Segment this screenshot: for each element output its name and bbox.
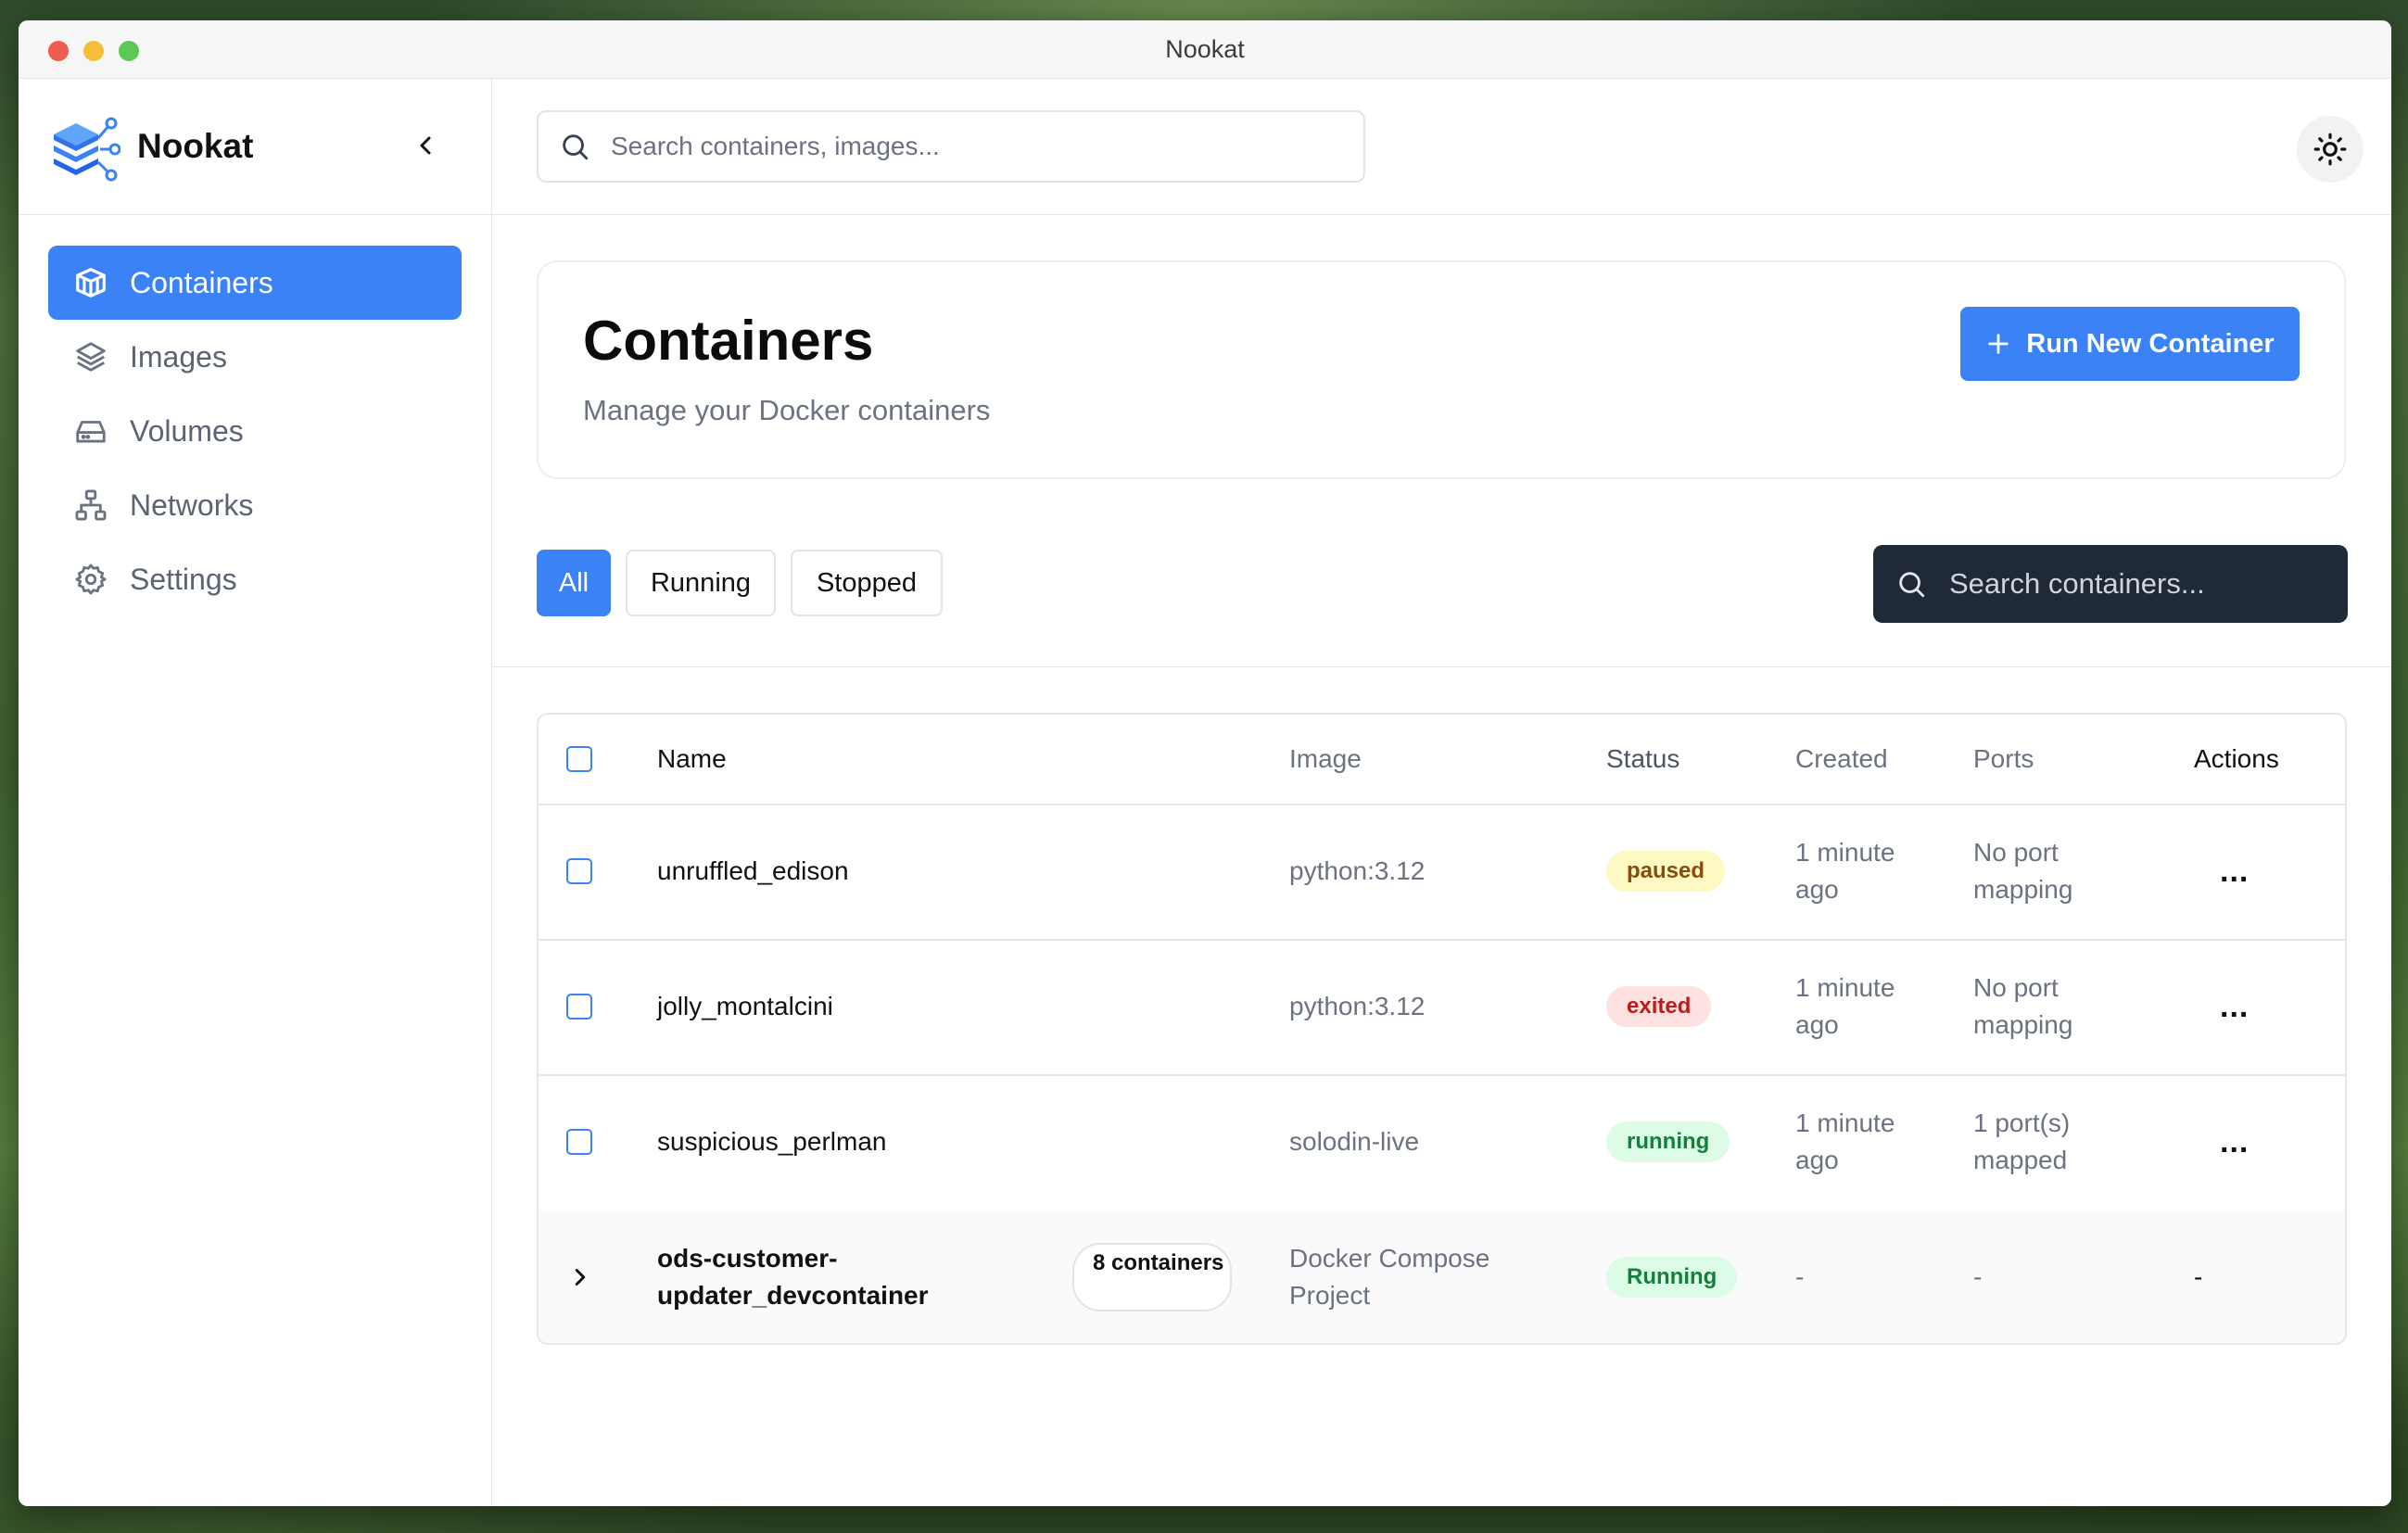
zoom-window-button[interactable] [119,41,139,61]
app-window: Nookat Nookat Containers Images Volumes … [19,20,2391,1506]
title-bar: Nookat [19,20,2391,79]
window-controls [48,41,139,61]
container-created: 1 minute ago [1795,838,1895,904]
page-header-card: Containers Manage your Docker containers… [537,260,2346,479]
row-actions-menu-button[interactable]: ... [2194,989,2249,1025]
filter-all-button[interactable]: All [537,550,611,616]
theme-toggle-button[interactable] [2297,116,2364,183]
container-ports: 1 port(s) mapped [1973,1109,2071,1174]
sidebar-item-label: Images [130,339,227,374]
layers-icon [72,338,109,375]
container-ports: No port mapping [1973,973,2073,1039]
container-name[interactable]: jolly_montalcini [657,939,1250,1074]
sidebar-item-volumes[interactable]: Volumes [48,394,462,468]
container-image: solodin-live [1289,1127,1420,1156]
select-all-checkbox[interactable] [566,746,592,772]
brand-name: Nookat [137,127,254,165]
container-search-input[interactable] [1947,566,2340,602]
page-subtitle: Manage your Docker containers [583,394,991,426]
container-image: python:3.12 [1289,992,1426,1020]
main-content: Containers Manage your Docker containers… [492,79,2391,1506]
column-header-actions: Actions [2194,744,2279,773]
filter-stopped-button[interactable]: Stopped [791,550,943,616]
close-window-button[interactable] [48,41,69,61]
plus-icon [1988,334,2009,354]
global-search[interactable] [537,110,1365,183]
page-title: Containers [583,310,874,372]
sidebar-item-label: Containers [130,265,273,299]
compose-project-name[interactable]: ods-customer-updater_devcontainer [657,1240,935,1314]
gear-icon [72,561,109,598]
nookat-logo-icon [54,117,120,182]
minimize-window-button[interactable] [83,41,104,61]
compose-project-ports: - [1973,1262,1983,1291]
top-bar [492,79,2391,215]
table-header-row: Name Image Status Created Ports Actions [539,715,2345,805]
search-icon [1899,572,1925,598]
table-row[interactable]: unruffled_edison python:3.12 paused 1 mi… [539,804,2345,941]
compose-project-actions: - [2194,1262,2203,1291]
column-header-created[interactable]: Created [1795,715,1934,804]
row-checkbox[interactable] [566,994,592,1020]
container-created: 1 minute ago [1795,1109,1895,1174]
sidebar: Nookat Containers Images Volumes Network… [19,79,492,1506]
hard-drive-icon [72,412,109,450]
sidebar-item-settings[interactable]: Settings [48,542,462,616]
column-header-status[interactable]: Status [1606,715,1755,804]
container-count-badge: 8 containers [1072,1243,1232,1311]
filter-running-button[interactable]: Running [626,550,776,616]
status-badge: running [1606,1121,1730,1162]
status-badge: exited [1606,986,1712,1027]
container-ports: No port mapping [1973,838,2073,904]
sidebar-nav: Containers Images Volumes Networks Setti… [48,246,462,616]
sidebar-item-images[interactable]: Images [48,320,462,394]
table-row[interactable]: jolly_montalcini python:3.12 exited 1 mi… [539,939,2345,1076]
compose-group-row[interactable]: ods-customer-updater_devcontainer 8 cont… [539,1210,2345,1343]
sidebar-item-containers[interactable]: Containers [48,246,462,320]
brand-header: Nookat [19,79,491,215]
run-new-container-label: Run New Container [2026,328,2275,359]
network-icon [72,487,109,524]
window-title: Nookat [1165,34,1245,63]
sidebar-item-label: Volumes [130,413,244,448]
container-image: python:3.12 [1289,856,1426,885]
containers-table: Name Image Status Created Ports Actions … [537,713,2347,1345]
row-checkbox[interactable] [566,858,592,884]
section-divider [492,666,2391,667]
run-new-container-button[interactable]: Run New Container [1960,307,2300,381]
column-header-name[interactable]: Name [657,715,1250,804]
box-icon [72,264,109,301]
status-badge: Running [1606,1257,1738,1298]
row-actions-menu-button[interactable]: ... [2194,1124,2249,1160]
collapse-sidebar-button[interactable] [408,127,445,164]
sun-icon [2313,133,2347,166]
column-header-image[interactable]: Image [1289,715,1493,804]
compose-project-image: Docker Compose Project [1289,1244,1490,1310]
compose-project-created: - [1795,1262,1805,1291]
container-search[interactable] [1873,545,2348,623]
container-name[interactable]: suspicious_perlman [657,1074,1250,1210]
sidebar-item-label: Settings [130,562,237,596]
status-badge: paused [1606,851,1726,892]
expand-chevron-icon[interactable] [566,1263,594,1291]
container-created: 1 minute ago [1795,973,1895,1039]
table-row[interactable]: suspicious_perlman solodin-live running … [539,1074,2345,1211]
global-search-input[interactable] [609,131,1336,162]
search-icon [563,134,589,160]
row-checkbox[interactable] [566,1129,592,1155]
row-actions-menu-button[interactable]: ... [2194,854,2249,890]
sidebar-item-networks[interactable]: Networks [48,468,462,542]
container-name[interactable]: unruffled_edison [657,804,1250,939]
status-filters: All Running Stopped [537,550,943,616]
column-header-ports[interactable]: Ports [1973,715,2140,804]
sidebar-item-label: Networks [130,488,254,522]
